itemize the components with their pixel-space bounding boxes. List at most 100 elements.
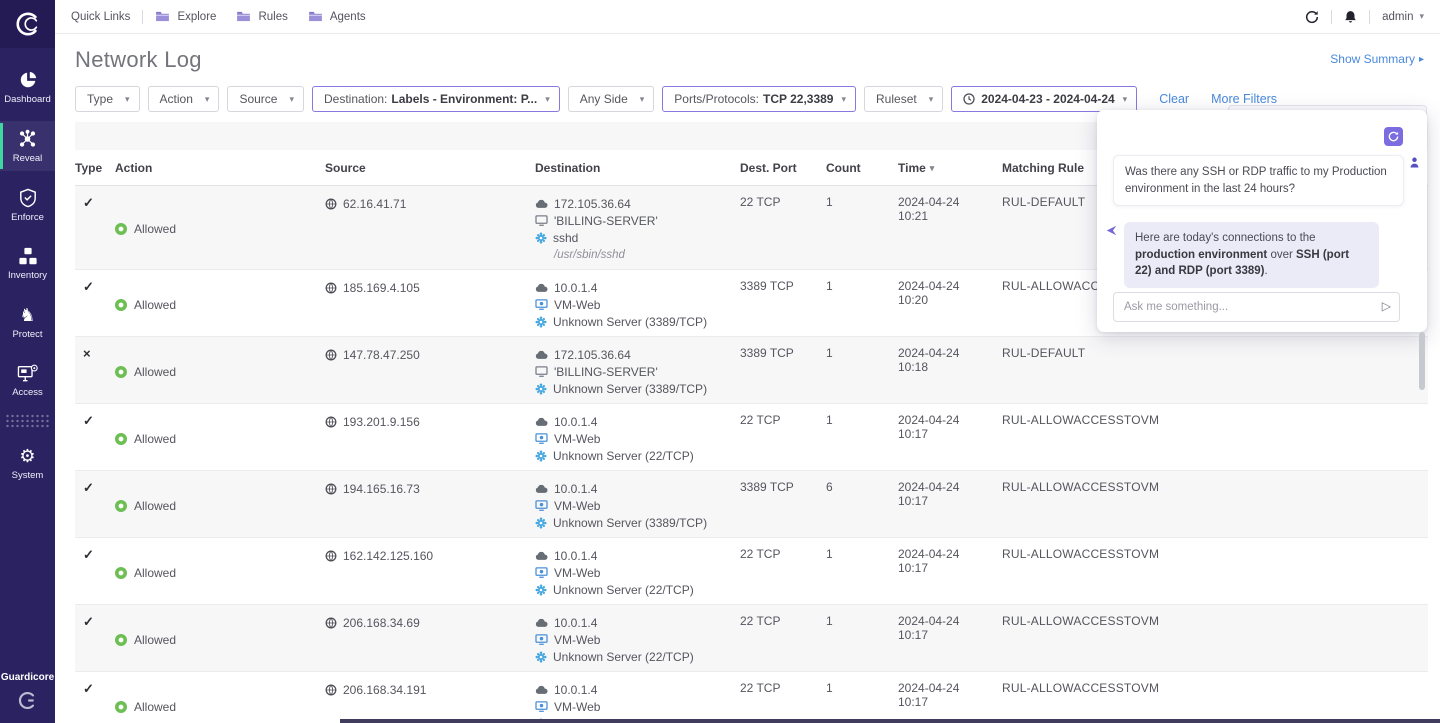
filter-chip-ports-protocols[interactable]: Ports/Protocols:TCP 22,3389▾ [662, 86, 856, 112]
globe-icon [325, 617, 337, 629]
filter-chip-destination[interactable]: Destination:Labels - Environment: P...▾ [312, 86, 560, 112]
sidebar-item-inventory[interactable]: Inventory [0, 239, 55, 288]
source-cell: 147.78.47.250 [325, 337, 535, 403]
bell-icon [1344, 10, 1357, 24]
user-menu[interactable]: admin ▾ [1382, 11, 1424, 23]
notifications-bell-button[interactable] [1344, 10, 1357, 24]
matching-rule-cell: RUL-ALLOWACCESSTOVM [1002, 672, 1428, 723]
vm-icon [535, 701, 548, 712]
filter-label: Source [239, 92, 277, 106]
type-cell: ✓ [75, 538, 115, 604]
column-header-time[interactable]: Time▾ [898, 150, 1002, 185]
column-header-action[interactable]: Action [115, 150, 325, 185]
destination-label: 10.0.1.4 [554, 415, 597, 429]
vertical-scrollbar-thumb[interactable] [1419, 332, 1425, 390]
user-message: Was there any SSH or RDP traffic to my P… [1113, 155, 1404, 206]
action-cell: Allowed [115, 471, 325, 537]
sidebar-item-system[interactable]: ⚙System [0, 438, 55, 488]
type-cell: × [75, 337, 115, 403]
table-row[interactable]: ✓Allowed193.201.9.15610.0.1.4VM-WebUnkno… [75, 404, 1428, 471]
sidebar-item-access[interactable]: Access [0, 356, 55, 405]
show-summary-link[interactable]: Show Summary ▸ [1330, 52, 1424, 66]
folder-icon [308, 11, 323, 22]
filter-chip-ruleset[interactable]: Ruleset▾ [864, 86, 943, 112]
folder-icon [155, 11, 170, 22]
sidebar-item-dashboard[interactable]: Dashboard [0, 62, 55, 112]
time-cell: 2024-04-2410:17 [898, 605, 1002, 671]
table-row[interactable]: ✓Allowed194.165.16.7310.0.1.4VM-WebUnkno… [75, 471, 1428, 538]
vm-icon [535, 299, 548, 310]
sidebar-item-enforce[interactable]: Enforce [0, 180, 55, 230]
filter-label: Any Side [580, 92, 628, 106]
table-row[interactable]: ✓Allowed206.168.34.6910.0.1.4VM-WebUnkno… [75, 605, 1428, 672]
time-cell: 2024-04-2410:18 [898, 337, 1002, 403]
filter-chip-action[interactable]: Action▾ [148, 86, 220, 112]
quick-links[interactable]: Quick Links [71, 11, 130, 23]
service-icon [535, 316, 547, 328]
chevron-down-icon: ▾ [125, 94, 130, 105]
column-header-count[interactable]: Count [826, 150, 898, 185]
refresh-button[interactable] [1305, 10, 1319, 24]
table-row[interactable]: ✓Allowed162.142.125.16010.0.1.4VM-WebUnk… [75, 538, 1428, 605]
allowed-status-icon [115, 567, 127, 579]
type-cell: ✓ [75, 404, 115, 470]
send-icon[interactable]: ▷ [1382, 299, 1391, 313]
globe-icon [325, 684, 337, 696]
topnav-rules[interactable]: Rules [236, 11, 287, 23]
source-cell: 206.168.34.69 [325, 605, 535, 671]
filter-value: TCP 22,3389 [763, 92, 834, 106]
guardicore-swirl-icon [15, 11, 41, 37]
destination-label: sshd [553, 231, 578, 245]
more-filters-link[interactable]: More Filters [1211, 92, 1277, 106]
destination-cell: 10.0.1.4VM-WebUnknown Server (22/TCP) [535, 672, 740, 723]
topnav-agents[interactable]: Agents [308, 11, 366, 23]
filter-chip-any-side[interactable]: Any Side ▾ [568, 86, 655, 112]
destination-label: 10.0.1.4 [554, 281, 597, 295]
topnav-label: Agents [330, 11, 366, 23]
chevron-down-icon: ▾ [640, 94, 645, 105]
filter-chip-source[interactable]: Source▾ [227, 86, 304, 112]
filter-chip-date-range[interactable]: 2024-04-23 - 2024-04-24▾ [951, 86, 1137, 112]
time-cell: 2024-04-2410:20 [898, 270, 1002, 336]
dest-port-cell: 3389 TCP [740, 471, 826, 537]
column-header-type[interactable]: Type [75, 150, 115, 185]
top-navigation: Explore Rules Agents [155, 11, 365, 23]
gear-icon: ⚙ [19, 446, 35, 466]
column-header-destination[interactable]: Destination [535, 150, 740, 185]
sidebar-item-label: Protect [12, 329, 42, 340]
chevron-down-icon: ▾ [1419, 11, 1424, 22]
horizontal-scrollbar-thumb[interactable] [340, 719, 1440, 723]
topnav-explore[interactable]: Explore [155, 11, 216, 23]
column-header-source[interactable]: Source [325, 150, 535, 185]
chat-input[interactable] [1113, 292, 1400, 322]
sidebar-item-label: Access [12, 387, 43, 398]
sidebar-item-reveal[interactable]: Reveal [0, 121, 55, 171]
globe-icon [325, 349, 337, 361]
table-row[interactable]: ×Allowed147.78.47.250172.105.36.64'BILLI… [75, 337, 1428, 404]
ai-reset-button[interactable] [1384, 127, 1403, 146]
cross-icon: × [83, 346, 91, 361]
divider [142, 10, 143, 24]
count-cell: 1 [826, 337, 898, 403]
column-header-dest_port[interactable]: Dest. Port [740, 150, 826, 185]
brand-label: Guardicore [0, 672, 55, 683]
matching-rule-cell: RUL-ALLOWACCESSTOVM [1002, 605, 1428, 671]
sidebar-item-label: Dashboard [4, 94, 50, 105]
guardicore-logo[interactable] [0, 0, 55, 48]
topnav-label: Explore [177, 11, 216, 23]
sidebar-item-protect[interactable]: ♞Protect [0, 297, 55, 347]
allowed-status-icon [115, 500, 127, 512]
destination-label: Unknown Server (3389/TCP) [553, 516, 707, 530]
clear-filters-link[interactable]: Clear [1159, 92, 1189, 106]
chevron-down-icon: ▾ [841, 94, 846, 105]
check-icon: ✓ [83, 480, 94, 495]
enforce-icon [19, 188, 37, 208]
cloud-icon [535, 199, 548, 209]
table-row[interactable]: ✓Allowed206.168.34.19110.0.1.4VM-WebUnkn… [75, 672, 1428, 723]
sidebar-item-label: Inventory [8, 270, 47, 281]
filter-chip-type[interactable]: Type▾ [75, 86, 140, 112]
monitor-icon [535, 215, 548, 226]
cloud-icon [535, 551, 548, 561]
action-cell: Allowed [115, 186, 325, 269]
page-title: Network Log [75, 47, 1424, 73]
